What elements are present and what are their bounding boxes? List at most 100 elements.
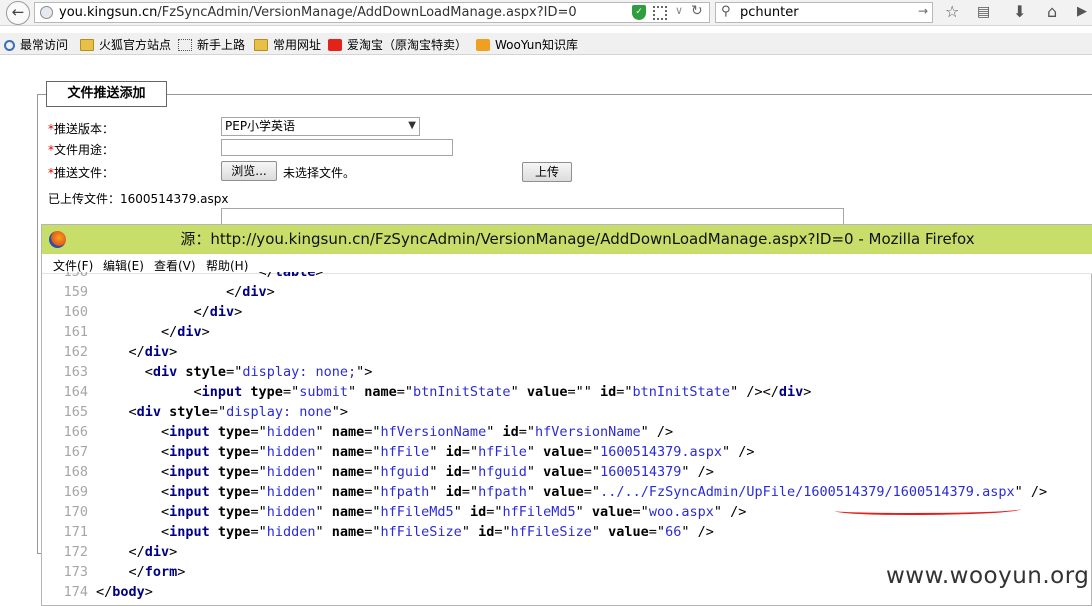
qr-code-icon[interactable] (653, 6, 667, 20)
code-token: < (161, 504, 170, 520)
code-token: id (600, 384, 617, 400)
code-token: name (331, 444, 365, 460)
code-token: type (217, 424, 251, 440)
code-text: </form> (129, 562, 186, 582)
code-token: < (161, 484, 170, 500)
download-icon[interactable]: ⬇ (1013, 2, 1026, 21)
bookmarks-bar: 最常访问 火狐官方站点 新手上路 常用网址 爱淘宝（原淘宝特卖） WooYun知… (0, 33, 1092, 55)
code-token: > (177, 564, 186, 580)
code-token: < (144, 364, 153, 380)
code-token: < (161, 424, 170, 440)
code-token: =" (250, 444, 267, 460)
bookmark-getting-started[interactable]: 新手上路 (178, 36, 245, 53)
bookmark-wooyun[interactable]: WooYun知识库 (476, 36, 578, 53)
folder-icon (80, 39, 94, 51)
upload-button[interactable]: 上传 (522, 162, 572, 182)
version-select[interactable]: PEP小学英语 ▼ (221, 117, 420, 136)
code-token: < (193, 384, 202, 400)
code-token: hfguid (380, 464, 430, 480)
bookmark-most-visited[interactable]: 最常访问 (4, 36, 68, 53)
code-token: ="" (567, 384, 600, 400)
code-text: <input type="submit" name="btnInitState"… (194, 382, 812, 402)
chevron-down-icon[interactable]: ∨ (675, 4, 683, 17)
code-token: hfFileMd5 (380, 504, 454, 520)
code-token: id (445, 464, 462, 480)
code-token: input (169, 524, 210, 540)
magnifier-icon (4, 40, 15, 51)
globe-icon (40, 6, 53, 19)
code-token: </ (193, 304, 210, 320)
code-token: div (144, 344, 170, 360)
code-text: </body> (96, 582, 153, 602)
browse-button[interactable]: 浏览... (221, 161, 277, 181)
code-token: hfVersionName (380, 424, 487, 440)
code-token: =" (282, 384, 300, 400)
star-icon[interactable]: ☆ (945, 2, 959, 21)
purpose-input[interactable] (221, 139, 453, 156)
bookmark-aitaobao[interactable]: 爱淘宝（原淘宝特卖） (328, 36, 467, 53)
code-token: " (315, 504, 332, 520)
url-bar[interactable]: you.kingsun.cn/FzSyncAdmin/VersionManage… (34, 2, 710, 23)
window-title-bar[interactable]: 源：http://you.kingsun.cn/FzSyncAdmin/Vers… (42, 225, 1092, 254)
code-token: id (502, 424, 519, 440)
code-line: 167 <input type="hidden" name="hfFile" id… (42, 442, 1092, 462)
code-token: < (161, 524, 170, 540)
code-token: hfguid (478, 464, 527, 480)
line-number: 159 (63, 284, 88, 300)
code-token: =" (583, 464, 601, 480)
code-token: div (242, 284, 267, 300)
code-token: " (453, 504, 470, 520)
source-code-view[interactable]: 158 </table> 159 </div> 160 </div> 161 </div> 16… (42, 272, 1092, 606)
code-text: </div> (194, 302, 243, 322)
overflow-icon[interactable]: ▶ (1077, 4, 1087, 19)
code-token: > (144, 584, 153, 600)
code-token: =" (486, 504, 503, 520)
code-line: 168 <input type="hidden" name="hfguid" id… (42, 462, 1092, 482)
line-number: 169 (63, 484, 88, 500)
code-token: hidden (266, 424, 316, 440)
code-token: div (778, 384, 804, 400)
code-text: <input type="hidden" name="hfFileSize" i… (161, 522, 714, 542)
rss-icon (476, 39, 490, 51)
code-token: id (445, 444, 462, 460)
search-box[interactable]: ⚲ pchunter → (715, 2, 933, 23)
code-token: type (217, 484, 251, 500)
code-token: " (461, 524, 479, 540)
search-input[interactable]: pchunter (740, 5, 799, 20)
code-token: =" (226, 364, 243, 380)
bookmark-common-sites[interactable]: 常用网址 (254, 36, 321, 53)
code-token: input (169, 484, 210, 500)
code-token: value (526, 384, 568, 400)
home-icon[interactable]: ⌂ (1047, 2, 1057, 21)
code-token: id (478, 524, 495, 540)
code-token: hfFile (380, 444, 430, 460)
code-token: display: none (226, 404, 332, 420)
code-token: =" (364, 504, 381, 520)
code-token: </ (128, 564, 145, 580)
reload-icon[interactable]: ↻ (691, 3, 703, 19)
code-token: =" (250, 484, 267, 500)
search-icon: ⚲ (721, 4, 731, 19)
reading-list-icon[interactable]: ▤ (977, 4, 990, 20)
bookmark-firefox-site[interactable]: 火狐官方站点 (80, 36, 171, 53)
code-token: =" (364, 464, 381, 480)
code-token: "> (356, 364, 373, 380)
shield-icon[interactable]: ✓ (632, 5, 646, 20)
code-token: </ (96, 584, 113, 600)
search-go-icon[interactable]: → (918, 4, 928, 18)
code-token: 66 (665, 524, 682, 540)
back-button[interactable]: ← (6, 1, 30, 25)
line-number: 171 (63, 524, 88, 540)
code-token: value (543, 484, 584, 500)
code-line: 158 </table> (42, 272, 1092, 282)
code-token: type (217, 504, 251, 520)
code-token: input (169, 504, 210, 520)
code-token: div (177, 324, 202, 340)
code-token: =" (250, 424, 267, 440)
code-text: </div> (129, 542, 178, 562)
code-token: input (169, 444, 210, 460)
code-token: name (331, 524, 365, 540)
code-line: 172 </div> (42, 542, 1092, 562)
code-token: value (543, 444, 584, 460)
watermark: www.wooyun.org (886, 563, 1090, 589)
